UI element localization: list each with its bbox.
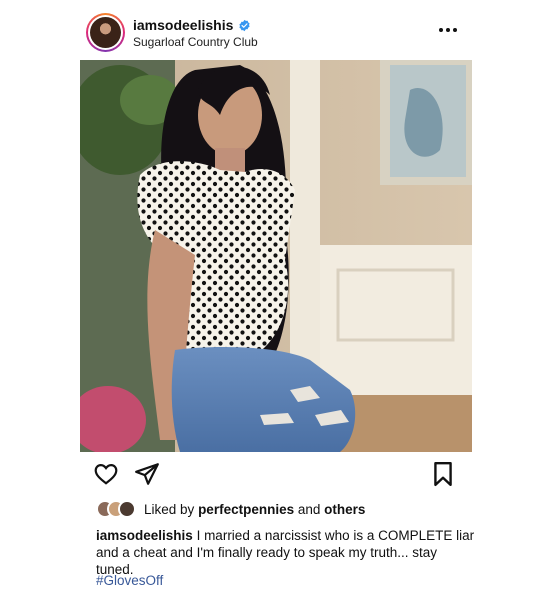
likes-conjunction: and: [297, 501, 321, 517]
heart-icon[interactable]: [93, 461, 119, 487]
likes-text[interactable]: Liked by perfectpennies and others: [144, 502, 365, 517]
likes-others[interactable]: others: [324, 502, 365, 517]
liker-avatars: [96, 500, 140, 518]
post-location[interactable]: Sugarloaf Country Club: [133, 35, 258, 49]
likes-prefix: Liked by: [144, 501, 195, 517]
username-row: iamsodeelishis: [133, 17, 251, 33]
more-options-icon[interactable]: [438, 22, 458, 38]
bookmark-icon[interactable]: [432, 461, 454, 487]
avatar-inner: [88, 15, 123, 50]
verified-badge-icon: [239, 19, 250, 31]
share-icon[interactable]: [134, 461, 160, 487]
post-caption: iamsodeelishis I married a narcissist wh…: [96, 527, 476, 578]
caption-hashtag[interactable]: #GlovesOff: [96, 573, 163, 588]
liked-by-user[interactable]: perfectpennies: [198, 502, 294, 517]
post-username[interactable]: iamsodeelishis: [133, 17, 233, 33]
profile-avatar[interactable]: [86, 13, 125, 52]
post-actions: [80, 461, 472, 489]
caption-username[interactable]: iamsodeelishis: [96, 528, 193, 543]
liker-avatar: [118, 500, 136, 518]
avatar-image: [90, 17, 121, 48]
post-header: iamsodeelishis Sugarloaf Country Club: [84, 10, 474, 54]
post-photo[interactable]: [80, 60, 472, 452]
instagram-post: iamsodeelishis Sugarloaf Country Club Li…: [0, 0, 538, 600]
likes-row: Liked by perfectpennies and others: [96, 499, 365, 519]
